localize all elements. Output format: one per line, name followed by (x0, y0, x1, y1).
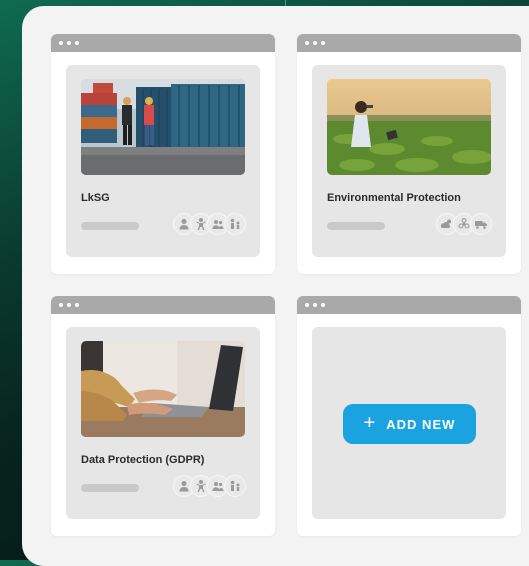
plus-icon: + (363, 412, 377, 434)
window-add-new: + ADD NEW (297, 296, 521, 536)
window-titlebar (297, 296, 521, 314)
add-new-button[interactable]: + ADD NEW (343, 404, 476, 444)
add-new-card: + ADD NEW (312, 327, 506, 519)
window-titlebar (51, 34, 275, 52)
photo-hands-typing-laptop (81, 341, 245, 437)
window-environmental-protection: Environmental Protection (297, 34, 521, 274)
placeholder-bar (81, 484, 139, 492)
card-title: Data Protection (GDPR) (81, 454, 205, 466)
avatar-group (173, 475, 246, 497)
add-new-label: ADD NEW (386, 416, 456, 432)
window-titlebar (51, 296, 275, 314)
photo-workers-container-yard (81, 79, 245, 175)
placeholder-bar (327, 222, 385, 230)
window-data-protection: Data Protection (GDPR) (51, 296, 275, 536)
window-dot (305, 41, 309, 45)
dashboard-panel: LkSG Environmental Protection Data Prote… (22, 6, 529, 566)
window-dot (59, 303, 63, 307)
window-dot (75, 303, 79, 307)
module-card-data-protection[interactable]: Data Protection (GDPR) (66, 327, 260, 519)
family-icon (224, 213, 246, 235)
window-dot (75, 41, 79, 45)
window-dot (67, 41, 71, 45)
window-titlebar (297, 34, 521, 52)
avatar-group (436, 213, 492, 235)
window-dot (321, 303, 325, 307)
module-card-environmental-protection[interactable]: Environmental Protection (312, 65, 506, 257)
module-card-lksg[interactable]: LkSG (66, 65, 260, 257)
window-dot (59, 41, 63, 45)
photo-woman-in-field (327, 79, 491, 175)
window-dot (67, 303, 71, 307)
window-dot (321, 41, 325, 45)
family-icon (224, 475, 246, 497)
window-dot (313, 41, 317, 45)
card-title: Environmental Protection (327, 192, 461, 204)
window-dot (313, 303, 317, 307)
placeholder-bar (81, 222, 139, 230)
avatar-group (173, 213, 246, 235)
window-lksg: LkSG (51, 34, 275, 274)
window-dot (305, 303, 309, 307)
truck-icon (470, 213, 492, 235)
card-title: LkSG (81, 192, 110, 204)
